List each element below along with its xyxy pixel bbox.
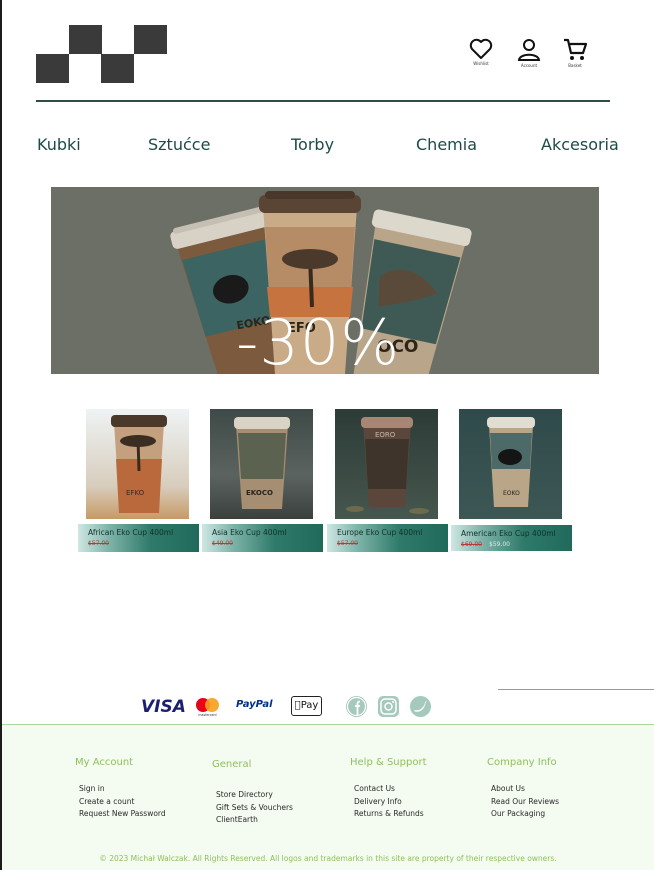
footer-col-title: Help & Support xyxy=(350,757,427,768)
product-old-price: $57.00 xyxy=(337,540,358,547)
cart-icon xyxy=(564,38,587,60)
product-info-bar: African Eko Cup 400ml $57.00 xyxy=(78,524,199,552)
footer-link-clientearth[interactable]: ClientEarth xyxy=(212,814,293,827)
basket-button[interactable]: Basket xyxy=(560,38,590,68)
header-divider xyxy=(36,100,610,102)
wishlist-label: Wishlist xyxy=(473,61,489,66)
product-name: Europe Eko Cup 400ml xyxy=(337,528,423,537)
nav-item-torby[interactable]: Torby xyxy=(291,135,334,154)
product-card[interactable]: EOKO American Eko Cup 400ml $69.00 $59.0… xyxy=(451,409,572,552)
product-name: Asia Eko Cup 400ml xyxy=(212,528,287,537)
user-icon xyxy=(517,39,541,61)
footer-col-my-account: My Account Sign in Create a count Reques… xyxy=(75,757,166,821)
footer-link-sign-in[interactable]: Sign in xyxy=(75,783,166,796)
wishlist-button[interactable]: Wishlist xyxy=(466,38,496,66)
footer-col-title: General xyxy=(212,759,252,770)
product-image[interactable]: EFKO xyxy=(86,409,189,519)
product-info-bar: Asia Eko Cup 400ml $49.00 xyxy=(202,524,323,552)
footer-link-returns[interactable]: Returns & Refunds xyxy=(350,808,426,821)
product-cup-label: EORO xyxy=(375,431,396,439)
decorative-divider xyxy=(498,689,654,690)
product-card[interactable]: EKOCO Asia Eko Cup 400ml $49.00 xyxy=(202,409,323,552)
instagram-button[interactable] xyxy=(378,696,399,717)
product-card[interactable]: EORO Europe Eko Cup 400ml $57.00 xyxy=(327,409,448,552)
header-icons: Wishlist Account Basket xyxy=(466,38,590,72)
facebook-icon xyxy=(346,696,367,717)
product-cup-label: EFKO xyxy=(126,489,145,497)
mastercard-logo: mastercard xyxy=(194,697,221,717)
hero-discount-text: -30% xyxy=(236,306,401,379)
twitter-icon xyxy=(414,701,427,712)
nav-item-akcesoria[interactable]: Akcesoria xyxy=(541,135,619,154)
footer-link-create-account[interactable]: Create a count xyxy=(75,796,166,809)
product-new-price: $59.00 xyxy=(489,541,510,548)
footer-col-help-support: Help & Support Contact Us Delivery Info … xyxy=(350,757,426,821)
facebook-button[interactable] xyxy=(346,696,367,717)
product-image[interactable]: EORO xyxy=(335,409,438,519)
footer-link-gift-sets[interactable]: Gift Sets & Vouchers xyxy=(212,802,293,815)
instagram-icon xyxy=(380,698,397,715)
paypal-text: PayPal xyxy=(236,699,273,710)
copyright-text: © 2023 Michał Walczak. All Rights Reserv… xyxy=(99,854,557,863)
product-name: American Eko Cup 400ml xyxy=(461,529,556,538)
applepay-text: Pay xyxy=(297,700,319,711)
account-label: Account xyxy=(520,63,538,68)
nav-item-kubki[interactable]: Kubki xyxy=(37,135,81,154)
visa-logo: VISA xyxy=(141,697,186,717)
site-footer: My Account Sign in Create a count Reques… xyxy=(2,724,654,870)
applepay-logo: Pay xyxy=(291,696,322,716)
product-name: African Eko Cup 400ml xyxy=(88,528,174,537)
product-info-bar: Europe Eko Cup 400ml $57.00 xyxy=(327,524,448,552)
paypal-logo: PayPal xyxy=(236,699,273,710)
product-old-price: $57.00 xyxy=(88,540,109,547)
logo[interactable] xyxy=(36,25,167,83)
account-button[interactable]: Account xyxy=(514,38,544,68)
footer-link-packaging[interactable]: Our Packaging xyxy=(487,808,559,821)
footer-col-title: Company Info xyxy=(487,757,557,768)
basket-label: Basket xyxy=(568,63,582,68)
footer-col-company-info: Company Info About Us Read Our Reviews O… xyxy=(487,757,559,821)
product-card[interactable]: EFKO African Eko Cup 400ml $57.00 xyxy=(78,409,199,552)
heart-icon xyxy=(469,38,493,59)
twitter-button[interactable] xyxy=(410,696,431,717)
footer-col-title: My Account xyxy=(75,757,134,768)
footer-col-general: General Store Directory Gift Sets & Vouc… xyxy=(212,759,293,827)
product-info-bar: American Eko Cup 400ml $69.00 $59.00 xyxy=(451,525,572,551)
nav-item-sztucce[interactable]: Sztućce xyxy=(148,135,210,154)
product-old-price: $49.00 xyxy=(212,540,233,547)
mastercard-text: mastercard xyxy=(198,713,216,717)
footer-link-delivery[interactable]: Delivery Info xyxy=(350,796,426,809)
nav-item-chemia[interactable]: Chemia xyxy=(416,135,477,154)
footer-link-request-password[interactable]: Request New Password xyxy=(75,808,166,821)
footer-link-contact[interactable]: Contact Us xyxy=(350,783,426,796)
product-image[interactable]: EOKO xyxy=(459,409,562,519)
product-cup-label: EKOCO xyxy=(246,489,273,497)
product-old-price: $69.00 xyxy=(461,541,482,548)
category-nav: Kubki Sztućce Torby Chemia Akcesoria xyxy=(0,135,654,159)
footer-link-about[interactable]: About Us xyxy=(487,783,559,796)
footer-link-store-directory[interactable]: Store Directory xyxy=(212,789,293,802)
product-image[interactable]: EKOCO xyxy=(210,409,313,519)
footer-link-reviews[interactable]: Read Our Reviews xyxy=(487,796,559,809)
product-cup-label: EOKO xyxy=(503,490,520,497)
